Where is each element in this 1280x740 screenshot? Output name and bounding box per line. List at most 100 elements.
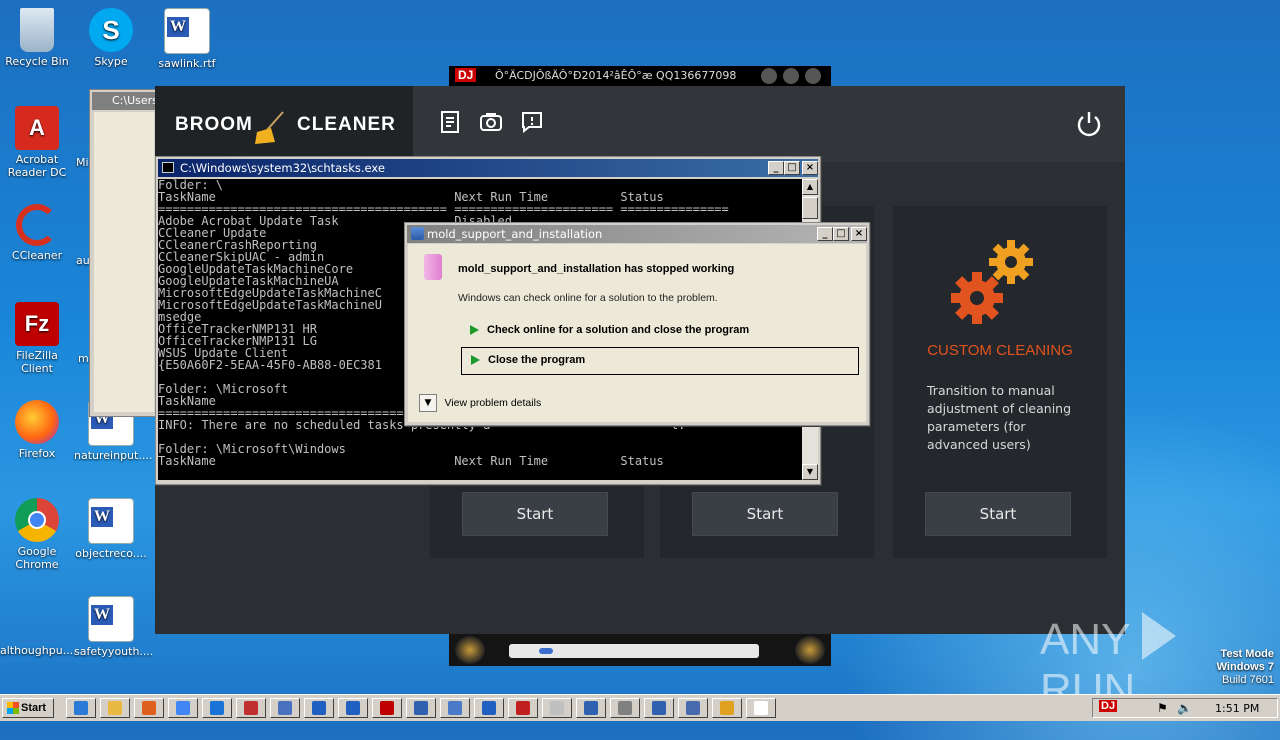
close-button[interactable]: × (851, 227, 867, 241)
custom-cleaning-card: CUSTOM CLEANING Transition to manual adj… (893, 206, 1107, 558)
start-button-2[interactable]: Start (692, 492, 838, 536)
start-label: Start (21, 702, 47, 714)
taskbar-app-button[interactable] (440, 698, 470, 718)
desk-icon-skype[interactable]: S Skype (74, 8, 148, 68)
start-button-3[interactable]: Start (925, 492, 1071, 536)
word-document-icon (88, 498, 134, 544)
watermark-text-left: ANY (1040, 615, 1130, 664)
app-icon (448, 701, 462, 715)
check-online-option[interactable]: Check online for a solution and close th… (461, 316, 859, 344)
scroll-up-button[interactable]: ▲ (802, 179, 818, 195)
word-document-icon (164, 8, 210, 54)
maximize-icon[interactable] (783, 68, 799, 84)
desk-icon-ccleaner[interactable]: CCleaner (0, 204, 74, 262)
minimize-icon[interactable] (761, 68, 777, 84)
partial-label-mi: Mi (76, 156, 89, 169)
green-arrow-icon (471, 355, 480, 366)
taskbar-app-button[interactable] (644, 698, 674, 718)
taskbar-app-button[interactable] (576, 698, 606, 718)
desk-icon-label: CCleaner (11, 249, 63, 262)
taskbar-app-button[interactable] (508, 698, 538, 718)
desk-icon-althoughpu[interactable]: althoughpu.... (0, 596, 77, 657)
app-icon (312, 701, 326, 715)
taskbar-app-button[interactable] (100, 698, 130, 718)
chrome-icon (15, 498, 59, 542)
taskbar-app-button[interactable] (304, 698, 334, 718)
clock[interactable]: 1:51 PM (1215, 702, 1259, 715)
error-heading: mold_support_and_installation has stoppe… (458, 263, 735, 275)
media-player-titlebar[interactable]: DJ Ô°ÄCDJÔßÄÔ°Ð2014²âÊÔ°æ QQ136677098 (449, 66, 831, 86)
desk-icon-objectreco[interactable]: objectreco.... (74, 498, 148, 560)
taskbar-app-button[interactable] (202, 698, 232, 718)
console-titlebar[interactable]: C:\Windows\system32\schtasks.exe _ □ × (158, 159, 818, 177)
backup-icon[interactable] (478, 110, 504, 136)
error-dialog[interactable]: mold_support_and_installation _ □ × mold… (404, 222, 870, 426)
dj-tray-icon[interactable]: DJ (1099, 700, 1118, 712)
start-button-1[interactable]: Start (462, 492, 608, 536)
desk-icon-sawlink[interactable]: sawlink.rtf (150, 8, 224, 70)
app-icon (516, 701, 530, 715)
desk-icon-label: sawlink.rtf (158, 57, 216, 70)
taskbar: Start DJ ⚑ 🔈 1:51 PM (0, 694, 1280, 721)
app-icon (720, 701, 734, 715)
desk-icon-acrobat[interactable]: A Acrobat Reader DC (0, 106, 74, 179)
taskbar-app-button[interactable] (406, 698, 436, 718)
taskbar-app-button[interactable] (134, 698, 164, 718)
dj-logo: DJ (455, 68, 477, 82)
os-badge-line1: Test Mode (1220, 648, 1274, 660)
background-window[interactable]: C:\Users (89, 89, 161, 417)
taskbar-app-button[interactable] (542, 698, 572, 718)
desk-icon-safetyyouth[interactable]: safetyyouth.... (74, 596, 153, 658)
speaker-left-icon (455, 636, 485, 664)
taskbar-app-button[interactable] (66, 698, 96, 718)
desk-icon-label: Firefox (18, 447, 56, 460)
maximize-button[interactable]: □ (784, 161, 800, 175)
skype-icon: S (89, 8, 133, 52)
error-dialog-title: mold_support_and_installation (427, 227, 603, 241)
console-title: C:\Windows\system32\schtasks.exe (180, 161, 385, 175)
app-icon (380, 701, 394, 715)
green-arrow-icon (470, 325, 479, 336)
app-icon (176, 701, 190, 715)
error-dialog-titlebar[interactable]: mold_support_and_installation _ □ × (407, 225, 867, 243)
seek-bar[interactable] (509, 644, 759, 658)
play-icon (1141, 612, 1176, 660)
close-program-option[interactable]: Close the program (461, 347, 859, 375)
app-icon (584, 701, 598, 715)
taskbar-app-button[interactable] (270, 698, 300, 718)
feedback-icon[interactable] (519, 110, 545, 136)
background-window-title: C:\Users (92, 92, 158, 110)
taskbar-app-button[interactable] (338, 698, 368, 718)
start-button[interactable]: Start (2, 698, 54, 718)
recycle-bin-icon (20, 8, 54, 52)
media-player-controls[interactable] (449, 634, 831, 666)
volume-icon[interactable]: 🔈 (1177, 701, 1192, 715)
taskbar-app-button[interactable] (474, 698, 504, 718)
taskbar-app-button[interactable] (610, 698, 640, 718)
desk-icon-filezilla[interactable]: Fz FileZilla Client (0, 302, 74, 375)
gears-icon (947, 236, 1043, 332)
view-details-toggle[interactable]: ▼ View problem details (419, 394, 541, 414)
taskbar-app-button[interactable] (746, 698, 776, 718)
desk-icon-chrome[interactable]: Google Chrome (0, 498, 74, 571)
minimize-button[interactable]: _ (817, 227, 833, 241)
logo-text-left: BROOM (175, 114, 253, 135)
taskbar-app-button[interactable] (372, 698, 402, 718)
report-icon[interactable] (437, 110, 463, 136)
minimize-button[interactable]: _ (768, 161, 784, 175)
taskbar-app-button[interactable] (168, 698, 198, 718)
desk-icon-firefox[interactable]: Firefox (0, 400, 74, 460)
taskbar-app-button[interactable] (712, 698, 742, 718)
custom-cleaning-description: Transition to manual adjustment of clean… (927, 383, 1072, 452)
close-icon[interactable] (805, 68, 821, 84)
taskbar-app-button[interactable] (678, 698, 708, 718)
desk-icon-recycle-bin[interactable]: Recycle Bin (0, 8, 74, 68)
taskbar-app-button[interactable] (236, 698, 266, 718)
power-icon[interactable] (1075, 110, 1103, 138)
flag-icon[interactable]: ⚑ (1157, 701, 1168, 715)
seek-thumb[interactable] (539, 648, 553, 654)
scroll-down-button[interactable]: ▼ (802, 464, 818, 480)
close-button[interactable]: × (802, 161, 818, 175)
maximize-button[interactable]: □ (833, 227, 849, 241)
scroll-thumb[interactable] (802, 197, 818, 219)
